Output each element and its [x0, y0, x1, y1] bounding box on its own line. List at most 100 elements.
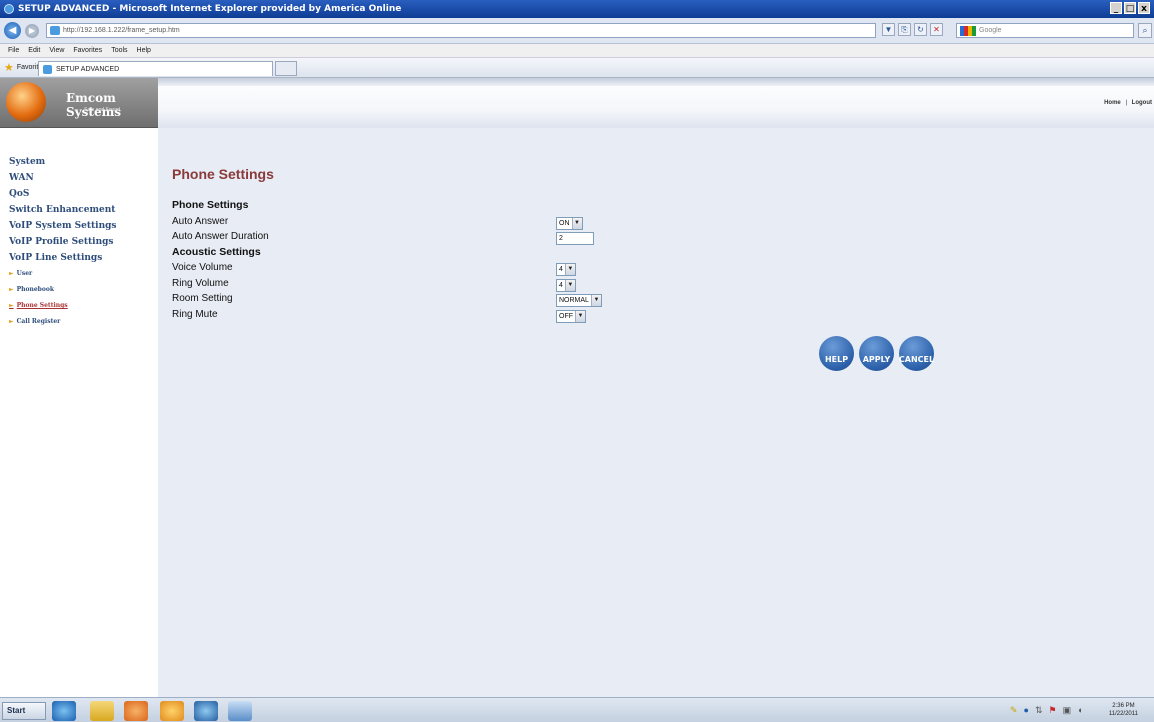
- url-text: http://192.168.1.222/frame_setup.htm: [63, 27, 180, 34]
- settings-form: Phone Settings Auto Answer ON ▼ Auto Answ…: [172, 198, 952, 323]
- menu-edit[interactable]: Edit: [28, 47, 40, 54]
- action-buttons: HELP APPLY CANCEL: [819, 336, 934, 371]
- dropdown-arrow-icon[interactable]: ▼: [882, 23, 895, 36]
- menu-help[interactable]: Help: [137, 47, 151, 54]
- section-header-phone: Phone Settings: [172, 199, 249, 211]
- media-taskbar-icon[interactable]: [124, 701, 148, 721]
- auto-answer-label: Auto Answer: [172, 215, 229, 227]
- folder-taskbar-icon[interactable]: [90, 701, 114, 721]
- room-setting-select[interactable]: NORMAL ▼: [556, 294, 602, 307]
- favorites-star-icon[interactable]: ★: [4, 61, 14, 74]
- speaker-icon[interactable]: ◖: [1077, 705, 1082, 716]
- search-input[interactable]: Google: [956, 23, 1134, 38]
- sidebar-item-qos[interactable]: QoS: [9, 186, 116, 202]
- chevron-down-icon[interactable]: ▼: [571, 217, 582, 229]
- maximize-button[interactable]: □: [1124, 2, 1136, 14]
- sidebar: Emcom Systems Safe and Sound. System WAN…: [0, 78, 158, 697]
- sidebar-item-user[interactable]: User: [9, 266, 116, 282]
- ring-mute-select[interactable]: OFF ▼: [556, 309, 586, 323]
- app-taskbar-icon[interactable]: [160, 701, 184, 721]
- voice-volume-label: Voice Volume: [172, 262, 233, 273]
- stop-icon[interactable]: ✕: [930, 23, 943, 36]
- ie-taskbar-icon[interactable]: [52, 701, 76, 721]
- auto-answer-duration-label: Auto Answer Duration: [172, 231, 269, 242]
- header-links: Home | Logout: [1104, 100, 1152, 106]
- start-button[interactable]: Start: [2, 702, 46, 720]
- apply-button[interactable]: APPLY: [859, 336, 894, 371]
- clock-date: 11/22/2011: [1108, 711, 1138, 717]
- menu-bar: File Edit View Favorites Tools Help: [0, 44, 1154, 58]
- address-tools: ▼ ⎘ ↻ ✕: [882, 23, 943, 36]
- ie-icon: [4, 4, 14, 14]
- menu-tools[interactable]: Tools: [111, 47, 127, 54]
- browser-tab[interactable]: SETUP ADVANCED: [38, 61, 273, 76]
- auto-answer-row: Auto Answer ON ▼: [172, 214, 952, 230]
- ring-mute-row: Ring Mute OFF ▼: [172, 307, 952, 323]
- sidebar-item-voip-profile-settings[interactable]: VoIP Profile Settings: [9, 234, 116, 250]
- page-icon: [50, 26, 60, 35]
- ring-mute-label: Ring Mute: [172, 308, 218, 320]
- search-placeholder: Google: [979, 27, 1002, 34]
- sidebar-item-phonebook[interactable]: Phonebook: [9, 282, 116, 298]
- window-taskbar-icon[interactable]: [228, 701, 252, 721]
- flag-icon[interactable]: ⚑: [1049, 705, 1057, 716]
- monitor-icon[interactable]: ▣: [1063, 705, 1072, 716]
- menu-view[interactable]: View: [49, 47, 64, 54]
- logout-link[interactable]: Logout: [1132, 100, 1152, 106]
- main-content: Phone Settings Phone Settings Auto Answe…: [172, 166, 952, 371]
- voice-volume-select[interactable]: 4 ▼: [556, 263, 576, 276]
- clock-time: 2:36 PM: [1112, 703, 1135, 709]
- close-button[interactable]: x: [1138, 2, 1150, 14]
- chevron-down-icon[interactable]: ▼: [564, 279, 575, 291]
- menu-favorites[interactable]: Favorites: [73, 47, 102, 54]
- web-page: Emcom Systems Safe and Sound. System WAN…: [0, 78, 1154, 697]
- home-link[interactable]: Home: [1104, 100, 1121, 106]
- auto-answer-select[interactable]: ON ▼: [556, 216, 583, 230]
- chevron-down-icon[interactable]: ▼: [564, 264, 575, 275]
- minimize-button[interactable]: _: [1110, 2, 1122, 14]
- taskbar: Start ✎ ● ⇅ ⚑ ▣ ◖ 2:36 PM 11/22/2011: [0, 697, 1154, 722]
- page-title: Phone Settings: [172, 166, 274, 182]
- back-icon[interactable]: ◀: [4, 22, 21, 39]
- cancel-button[interactable]: CANCEL: [899, 336, 934, 371]
- google-icon: [960, 26, 976, 36]
- sidebar-item-phone-settings[interactable]: Phone Settings: [9, 298, 116, 314]
- browser-taskbar-icon[interactable]: [194, 701, 218, 721]
- new-tab-button[interactable]: [275, 61, 297, 76]
- ring-volume-value: 4: [559, 281, 563, 289]
- sidebar-nav: System WAN QoS Switch Enhancement VoIP S…: [9, 154, 116, 330]
- room-setting-row: Room Setting NORMAL ▼: [172, 291, 952, 307]
- sidebar-item-call-register[interactable]: Call Register: [9, 314, 116, 330]
- sidebar-item-system[interactable]: System: [9, 154, 116, 170]
- network-icon[interactable]: ⇅: [1035, 705, 1043, 716]
- tab-ie-icon: [43, 64, 52, 74]
- search-icon[interactable]: ⌕: [1138, 23, 1152, 38]
- auto-answer-value: ON: [559, 219, 570, 227]
- ring-volume-select[interactable]: 4 ▼: [556, 278, 576, 292]
- sidebar-item-switch-enhancement[interactable]: Switch Enhancement: [9, 202, 116, 218]
- pen-icon[interactable]: ✎: [1010, 705, 1018, 716]
- chevron-down-icon[interactable]: ▼: [575, 310, 585, 322]
- address-bar: ◀ ▶ http://192.168.1.222/frame_setup.htm…: [0, 18, 1154, 44]
- window-titlebar: SETUP ADVANCED - Microsoft Internet Expl…: [0, 0, 1154, 18]
- help-button[interactable]: HELP: [819, 336, 854, 371]
- window-controls: _ □ x: [1110, 2, 1150, 14]
- company-logo[interactable]: Emcom Systems Safe and Sound.: [0, 78, 158, 128]
- refresh-icon[interactable]: ↻: [914, 23, 927, 36]
- window-title: SETUP ADVANCED - Microsoft Internet Expl…: [18, 4, 402, 14]
- sidebar-item-wan[interactable]: WAN: [9, 170, 116, 186]
- chevron-down-icon[interactable]: ▼: [590, 295, 601, 306]
- favorites-bar: ★ Favorites SETUP ADVANCED: [0, 58, 1154, 78]
- shield-icon[interactable]: ●: [1024, 705, 1029, 716]
- logo-name: Emcom Systems: [66, 91, 122, 119]
- sidebar-item-voip-system-settings[interactable]: VoIP System Settings: [9, 218, 116, 234]
- sidebar-item-voip-line-settings[interactable]: VoIP Line Settings: [9, 250, 116, 266]
- menu-file[interactable]: File: [8, 47, 19, 54]
- url-field[interactable]: http://192.168.1.222/frame_setup.htm: [46, 23, 876, 38]
- ring-volume-label: Ring Volume: [172, 277, 229, 289]
- forward-icon[interactable]: ▶: [25, 23, 39, 38]
- auto-answer-duration-field[interactable]: 2: [556, 232, 594, 245]
- compatibility-icon[interactable]: ⎘: [898, 23, 911, 36]
- header-bar: [158, 78, 1154, 86]
- clock[interactable]: 2:36 PM 11/22/2011: [1109, 702, 1138, 718]
